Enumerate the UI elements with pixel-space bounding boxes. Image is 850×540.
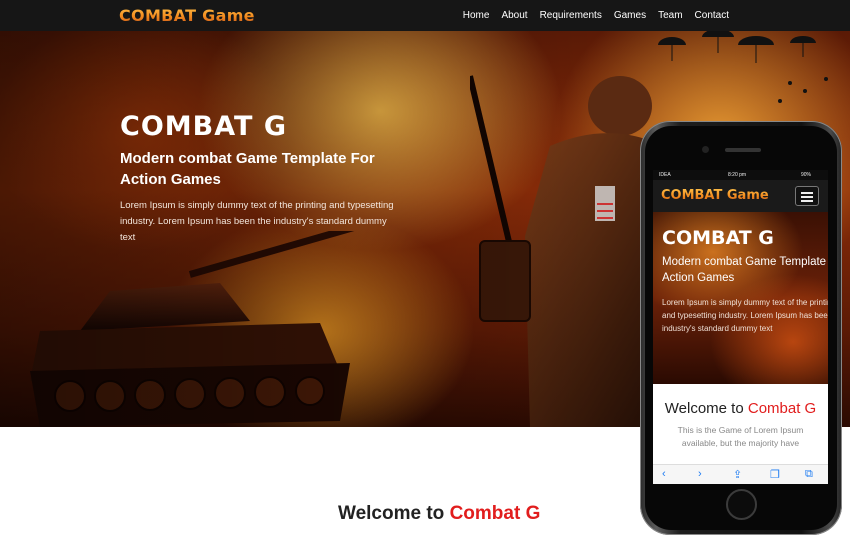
top-navbar: COMBAT Game Home About Requirements Game… [0,0,850,31]
phone-screen: IDEA 8:20 pm 90% COMBAT Game COMBAT G Mo… [653,170,828,484]
mobile-text-line: available, but the majority have [681,438,800,448]
mobile-hero-title: COMBAT G [662,227,774,249]
status-time: 8:20 pm [728,172,747,178]
hamburger-menu-icon[interactable] [795,186,819,206]
nav-contact[interactable]: Contact [695,10,729,21]
nav-home[interactable]: Home [463,10,490,21]
welcome-heading: Welcome to Combat G [338,503,540,525]
welcome-highlight: Combat G [449,503,541,524]
safari-toolbar: ‹ › ⇪ ❐ ⧉ [653,464,828,484]
mobile-text-line: This is the Game of Lorem Ipsum [677,425,804,435]
mobile-desc-line: Lorem Ipsum is simply dummy text of the … [662,298,828,307]
site-logo[interactable]: COMBAT Game [119,6,255,25]
mobile-desc-line: industry's standard dummy text [662,324,773,333]
nav-requirements[interactable]: Requirements [540,10,602,21]
forward-icon[interactable]: › [698,468,702,480]
back-icon[interactable]: ‹ [662,468,666,480]
mobile-hero-description: Lorem Ipsum is simply dummy text of the … [662,296,828,335]
mobile-hero: COMBAT G Modern combat Game Template Fo … [653,212,828,384]
mobile-welcome-text: This is the Game of Lorem Ipsum availabl… [653,424,828,450]
phone-speaker [725,148,761,152]
mobile-welcome-highlight: Combat G [747,400,817,417]
hero-subtitle: Modern combat Game Template For Action G… [120,150,375,188]
mobile-welcome-heading: Welcome to Combat G [653,400,828,417]
nav-games[interactable]: Games [614,10,646,21]
home-button[interactable] [726,489,757,520]
status-battery: 90% [801,172,812,178]
welcome-prefix: Welcome to [338,503,445,524]
hero-description: Lorem Ipsum is simply dummy text of the … [120,200,394,243]
mobile-subtitle-line: Action Games [662,272,735,284]
hero-title: COMBAT G [120,111,287,142]
mobile-subtitle-line: Modern combat Game Template Fo [662,256,828,268]
mobile-logo[interactable]: COMBAT Game [661,188,769,203]
nav-team[interactable]: Team [658,10,682,21]
bookmarks-icon[interactable]: ❐ [770,468,780,481]
mobile-desc-line: and typesetting industry. Lorem Ipsum ha… [662,311,828,320]
status-carrier: IDEA [659,172,671,178]
phone-mockup: IDEA 8:20 pm 90% COMBAT Game COMBAT G Mo… [640,121,842,535]
mobile-welcome-prefix: Welcome to [664,400,744,417]
nav-about[interactable]: About [501,10,527,21]
mobile-hero-subtitle: Modern combat Game Template Fo Action Ga… [662,254,828,286]
phone-status-bar: IDEA 8:20 pm 90% [653,170,828,180]
share-icon[interactable]: ⇪ [733,468,742,481]
phone-camera [702,146,709,153]
main-nav: Home About Requirements Games Team Conta… [451,10,729,21]
mobile-navbar: COMBAT Game [653,180,828,212]
tabs-icon[interactable]: ⧉ [805,468,813,481]
